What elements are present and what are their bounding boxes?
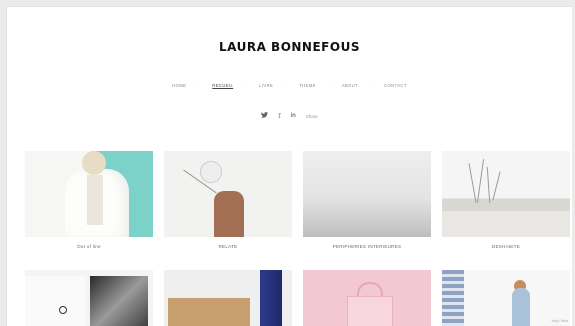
gallery-item[interactable] — [25, 270, 153, 326]
gallery-caption[interactable]: DESHABITE — [442, 244, 570, 270]
nav-separator: · — [327, 83, 330, 88]
nav-separator: · — [370, 83, 373, 88]
gallery-thumbnail-relate[interactable] — [164, 151, 292, 237]
gallery-thumbnail-peripheries-interieures[interactable] — [303, 151, 431, 237]
gallery-item[interactable]: Out of line — [25, 151, 153, 270]
figure-body — [214, 191, 244, 237]
tree-branch — [468, 163, 477, 203]
figure-leg — [260, 270, 282, 326]
wooden-bench — [168, 298, 250, 326]
photo-panel — [25, 276, 85, 326]
tree-branch — [492, 171, 501, 201]
gallery-thumbnail[interactable] — [303, 270, 431, 326]
page-frame: LAURA BONNEFOUS HOME · RECUEIL · LIVRE ·… — [6, 6, 572, 326]
gallery-thumbnail[interactable] — [25, 270, 153, 326]
gallery-item[interactable] — [164, 270, 292, 326]
figure-body — [512, 288, 530, 326]
gallery-caption[interactable]: Out of line — [25, 244, 153, 270]
social-bar: f in Share — [7, 112, 572, 120]
main-nav: HOME · RECUEIL · LIVRE · THEME · ABOUT ·… — [7, 83, 572, 88]
share-label[interactable]: Share — [306, 114, 318, 119]
nav-separator: · — [285, 83, 288, 88]
nav-item-recueil[interactable]: RECUEIL — [212, 83, 233, 88]
gallery-item[interactable]: PERIPHERIES INTERIEURES — [303, 151, 431, 270]
gallery-thumbnail-out-of-line[interactable] — [25, 151, 153, 237]
nav-item-about[interactable]: ABOUT — [342, 83, 358, 88]
bag-shape — [347, 296, 393, 326]
tree-branch — [486, 167, 491, 203]
gallery-caption[interactable]: PERIPHERIES INTERIEURES — [303, 244, 431, 270]
nav-item-theme[interactable]: THEME — [299, 83, 316, 88]
nav-item-livre[interactable]: LIVRE — [259, 83, 273, 88]
linkedin-icon[interactable]: in — [290, 113, 295, 119]
ring-shape — [59, 306, 67, 314]
gallery-item[interactable]: RELATE — [164, 151, 292, 270]
gallery-thumbnail[interactable] — [164, 270, 292, 326]
figure-head — [200, 161, 222, 183]
gallery-item[interactable]: DESHABITE — [442, 151, 570, 270]
nav-item-home[interactable]: HOME — [172, 83, 186, 88]
figure-shirt — [87, 175, 103, 225]
gallery-grid: Out of line RELATE PERIPHERIES INTERIEUR… — [25, 151, 570, 326]
gallery-thumbnail-deshabite[interactable] — [442, 151, 570, 237]
gallery-caption[interactable]: RELATE — [164, 244, 292, 270]
watermark: blog Pavia — [551, 319, 568, 323]
nav-separator: · — [245, 83, 248, 88]
building-facade — [442, 270, 464, 326]
site-title[interactable]: LAURA BONNEFOUS — [7, 40, 572, 54]
tree-branch — [476, 159, 485, 203]
photo-panel — [90, 276, 148, 326]
nav-separator: · — [198, 83, 201, 88]
gallery-item[interactable] — [442, 270, 570, 326]
gallery-item[interactable] — [303, 270, 431, 326]
facebook-icon[interactable]: f — [278, 113, 280, 120]
twitter-icon[interactable] — [261, 112, 269, 120]
nav-item-contact[interactable]: CONTACT — [384, 83, 407, 88]
figure-head — [82, 151, 106, 175]
gallery-thumbnail[interactable] — [442, 270, 570, 326]
